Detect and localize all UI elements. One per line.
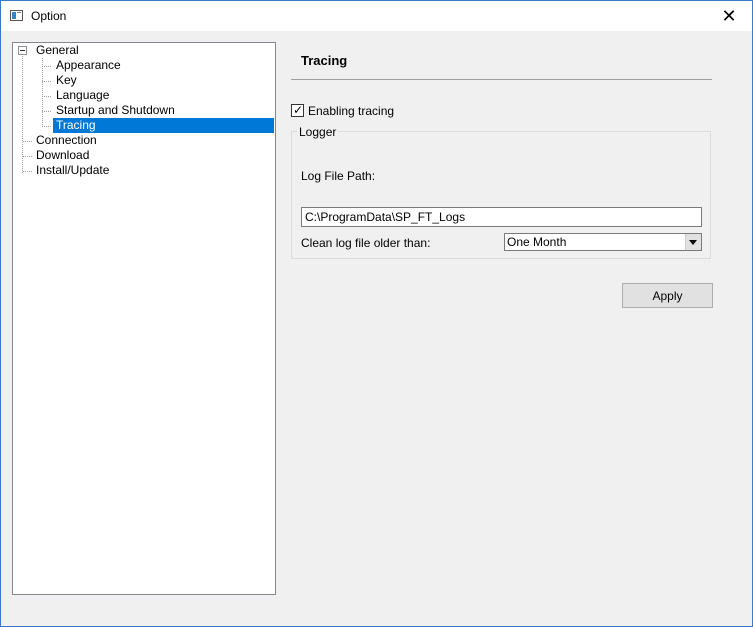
tree-item-label: General bbox=[36, 43, 79, 57]
tree-connector bbox=[42, 66, 51, 67]
checkbox-label: Enabling tracing bbox=[308, 104, 395, 118]
log-path-label: Log File Path: bbox=[301, 169, 376, 183]
checkbox-box[interactable]: ✓ bbox=[291, 103, 304, 117]
tree-item-label: Appearance bbox=[56, 58, 121, 72]
tree-item-download[interactable]: Download bbox=[33, 148, 92, 163]
tree-connector bbox=[23, 171, 32, 172]
tree-connector bbox=[23, 141, 32, 142]
tree-connector bbox=[23, 156, 32, 157]
tree-item-startup-shutdown[interactable]: Startup and Shutdown bbox=[53, 103, 178, 118]
tree-item-label: Connection bbox=[36, 133, 97, 147]
tree-connector bbox=[42, 96, 51, 97]
tree-item-tracing[interactable]: Tracing bbox=[53, 118, 274, 133]
tree-item-label: Tracing bbox=[53, 118, 274, 133]
tree-item-label: Language bbox=[56, 88, 110, 102]
checkmark-icon: ✓ bbox=[293, 103, 304, 117]
options-tree: General Appearance Key Language Startup … bbox=[12, 42, 276, 595]
title-bar: Option ✕ bbox=[1, 1, 752, 31]
tree-item-label: Key bbox=[56, 73, 77, 87]
logger-legend: Logger bbox=[297, 125, 339, 139]
app-window-icon bbox=[10, 10, 23, 21]
tree-item-appearance[interactable]: Appearance bbox=[53, 58, 124, 73]
clean-log-label: Clean log file older than: bbox=[301, 236, 431, 250]
page-title: Tracing bbox=[301, 53, 348, 68]
tree-item-label: Install/Update bbox=[36, 163, 110, 177]
chevron-down-icon[interactable] bbox=[685, 234, 701, 250]
tree-connector bbox=[42, 111, 51, 112]
tree-item-key[interactable]: Key bbox=[53, 73, 80, 88]
tree-line bbox=[42, 58, 43, 127]
tree-item-install-update[interactable]: Install/Update bbox=[33, 163, 112, 178]
tree-item-connection[interactable]: Connection bbox=[33, 133, 100, 148]
collapse-icon[interactable] bbox=[18, 46, 27, 55]
divider bbox=[291, 79, 712, 80]
tree-item-label: Download bbox=[36, 148, 90, 162]
tree-item-language[interactable]: Language bbox=[53, 88, 112, 103]
apply-button[interactable]: Apply bbox=[622, 283, 713, 308]
tree-item-label: Startup and Shutdown bbox=[56, 103, 175, 117]
log-path-input[interactable] bbox=[301, 207, 702, 227]
tree-connector bbox=[42, 81, 51, 82]
close-button[interactable]: ✕ bbox=[706, 1, 752, 31]
window-title: Option bbox=[31, 9, 67, 23]
clean-log-select[interactable]: One Month bbox=[504, 233, 702, 251]
tree-connector bbox=[42, 126, 51, 127]
select-value: One Month bbox=[507, 235, 567, 249]
tree-item-general[interactable]: General bbox=[33, 43, 82, 58]
